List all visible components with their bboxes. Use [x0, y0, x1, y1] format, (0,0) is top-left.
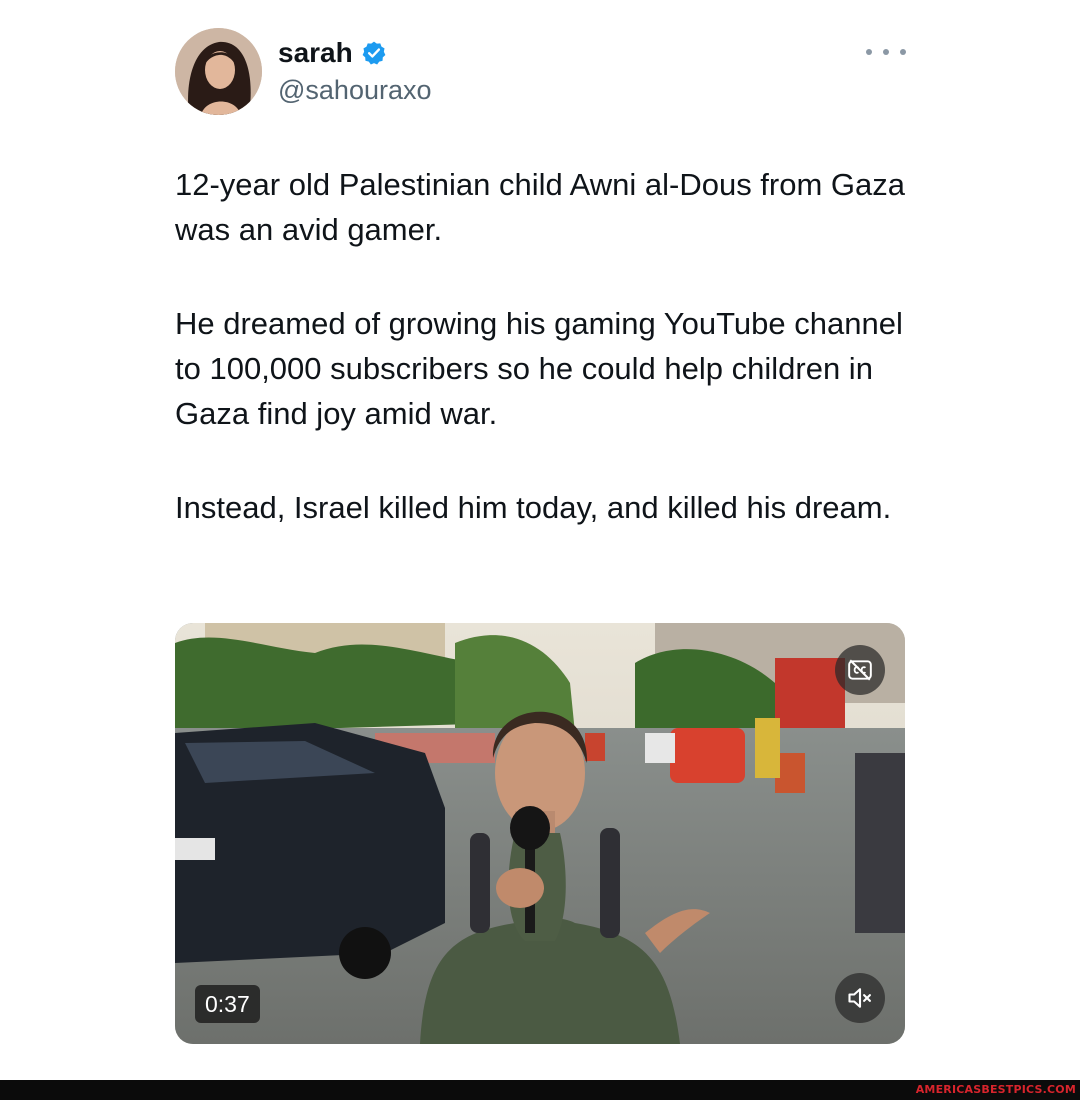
tweet-paragraph-3: Instead, Israel killed him today, and ki… [175, 490, 892, 525]
tweet-video[interactable]: 0:37 [175, 623, 905, 1044]
author-name-row: sarah [278, 36, 387, 70]
avatar-image [175, 28, 262, 115]
mute-toggle-button[interactable] [835, 973, 885, 1023]
more-horizontal-icon[interactable] [866, 40, 906, 64]
more-dot [866, 49, 872, 55]
author-handle[interactable]: @sahouraxo [278, 74, 432, 106]
volume-muted-icon [848, 988, 871, 1008]
verified-badge-icon [361, 40, 387, 66]
watermark-text: AMERICASBESTPICS.COM [915, 1083, 1076, 1096]
video-thumbnail [175, 623, 905, 1044]
video-duration-badge: 0:37 [195, 985, 260, 1023]
tweet-paragraph-1: 12-year old Palestinian child Awni al-Do… [175, 167, 906, 247]
more-dot [900, 49, 906, 55]
closed-captions-button[interactable] [835, 645, 885, 695]
more-dot [883, 49, 889, 55]
author-avatar[interactable] [175, 28, 262, 115]
author-display-name[interactable]: sarah [278, 36, 353, 70]
tweet-text: 12-year old Palestinian child Awni al-Do… [175, 162, 935, 530]
tweet-paragraph-2: He dreamed of growing his gaming YouTube… [175, 306, 903, 431]
closed-captions-icon [848, 659, 872, 681]
watermark-bar: AMERICASBESTPICS.COM [0, 1080, 1080, 1100]
